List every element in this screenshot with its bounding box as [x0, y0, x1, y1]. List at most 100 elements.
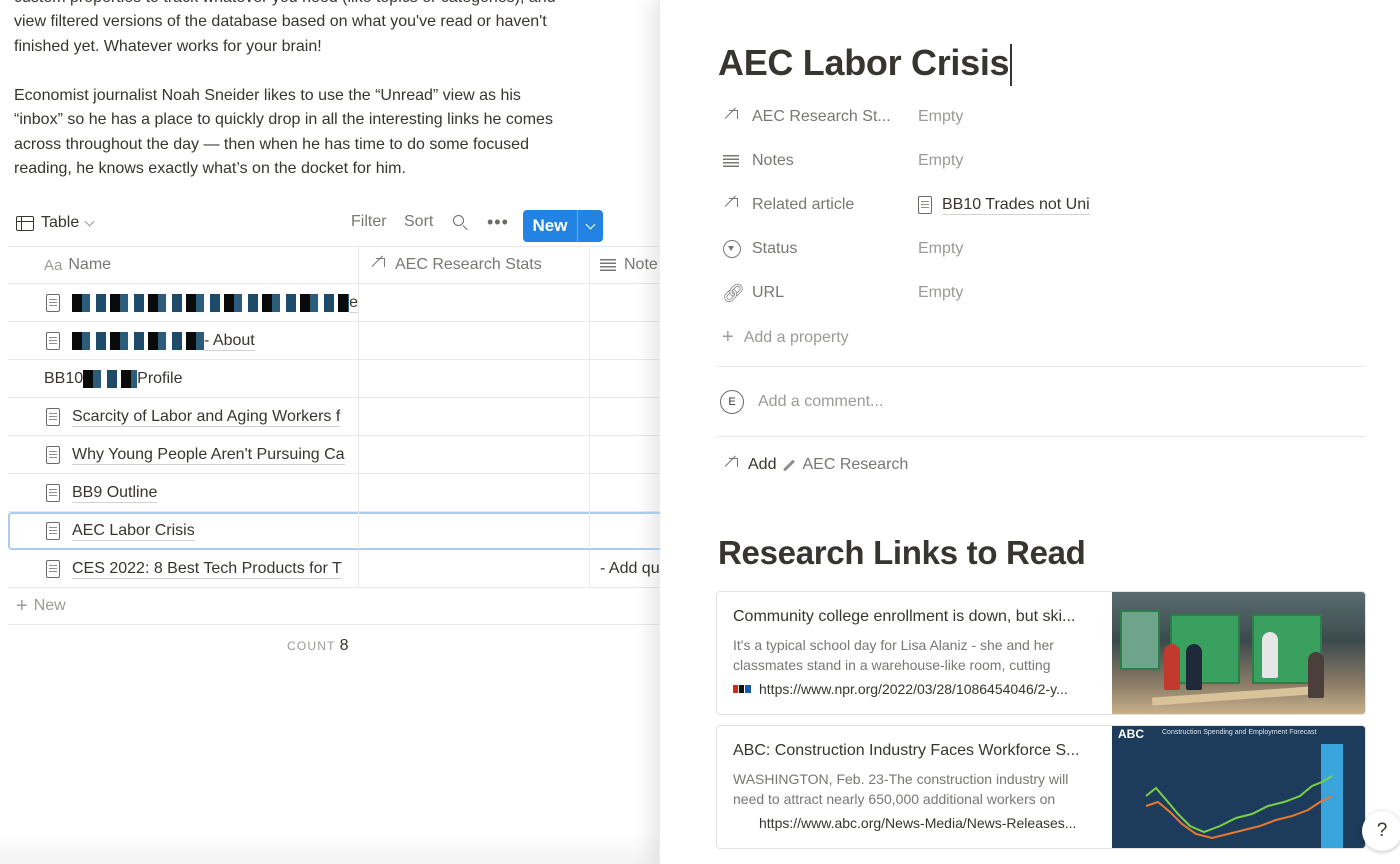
bookmark-card[interactable]: Community college enrollment is down, bu…: [716, 591, 1366, 715]
notes-cell[interactable]: [589, 474, 660, 511]
stats-cell[interactable]: [358, 322, 589, 359]
add-relation-button[interactable]: Add AEC Research: [724, 456, 908, 474]
table-row[interactable]: Scarcity of Labor and Aging Workers f: [8, 398, 660, 436]
bookmark-thumbnail: ABC Construction Spending and Employment…: [1112, 726, 1365, 848]
bookmark-url[interactable]: https://www.abc.org/News-Media/News-Rele…: [733, 815, 1096, 831]
name-cell[interactable]: CES 2022: 8 Best Tech Products for T: [8, 550, 358, 587]
stats-cell[interactable]: [358, 360, 589, 397]
row-title[interactable]: Profile: [137, 369, 182, 388]
column-label: AEC Research Stats: [395, 256, 542, 273]
stats-cell[interactable]: [358, 512, 589, 549]
related-article-title[interactable]: BB10 Trades not Uni: [942, 196, 1090, 215]
add-row-button[interactable]: + New: [8, 588, 660, 625]
row-title[interactable]: AEC Labor Crisis: [72, 521, 195, 541]
name-cell[interactable]: AEC Labor Crisis: [8, 512, 358, 549]
name-cell[interactable]: Why Young People Aren't Pursuing Ca: [8, 436, 358, 473]
more-options-icon[interactable]: •••: [487, 212, 509, 233]
table-row[interactable]: BB10 Profile: [8, 360, 660, 398]
stats-cell[interactable]: [358, 436, 589, 473]
database-page: custom properties to track whatever you …: [0, 0, 660, 864]
row-title[interactable]: Why Young People Aren't Pursuing Ca: [72, 445, 345, 465]
property-status[interactable]: Status Empty: [722, 234, 1362, 264]
name-cell[interactable]: - About: [8, 322, 358, 359]
pencil-icon: [783, 458, 796, 472]
page-icon: [46, 483, 60, 502]
column-header-notes[interactable]: Note: [589, 247, 660, 283]
column-header-name[interactable]: Aa Name: [8, 247, 358, 283]
property-name: URL: [752, 284, 785, 301]
name-cell[interactable]: BB10 Profile: [8, 360, 358, 397]
row-count[interactable]: COUNT 8: [287, 637, 349, 655]
bookmark-title[interactable]: ABC: Construction Industry Faces Workfor…: [733, 742, 1096, 760]
comment-input[interactable]: E Add a comment...: [720, 390, 883, 414]
name-cell[interactable]: e: [8, 284, 358, 321]
notes-cell[interactable]: - Add qu: [589, 550, 660, 587]
filter-button[interactable]: Filter: [351, 213, 387, 231]
avatar: E: [720, 390, 744, 414]
property-notes[interactable]: Notes Empty: [722, 146, 1362, 176]
add-row-label: New: [33, 597, 66, 614]
link-icon: 🔗︎: [722, 283, 745, 303]
property-value[interactable]: Empty: [918, 240, 963, 258]
name-cell[interactable]: Scarcity of Labor and Aging Workers f: [8, 398, 358, 435]
chevron-down-icon[interactable]: [577, 210, 603, 242]
add-relation-prefix: Add: [748, 456, 777, 473]
row-title[interactable]: - About: [204, 331, 255, 351]
page-title[interactable]: AEC Labor Crisis: [718, 42, 1012, 87]
table-row[interactable]: - About: [8, 322, 660, 360]
sort-button[interactable]: Sort: [404, 213, 433, 231]
new-button[interactable]: New: [523, 210, 603, 242]
column-header-aec-research-stats[interactable]: AEC Research Stats: [358, 247, 589, 283]
redacted-title: [72, 331, 204, 350]
comment-placeholder[interactable]: Add a comment...: [758, 393, 883, 411]
search-icon[interactable]: [452, 214, 470, 232]
property-value[interactable]: Empty: [918, 108, 963, 126]
add-property-button[interactable]: + Add a property: [722, 326, 849, 349]
divider: [716, 366, 1366, 367]
row-title[interactable]: CES 2022: 8 Best Tech Products for T: [72, 559, 342, 579]
row-title[interactable]: e: [349, 293, 358, 313]
view-tab-table[interactable]: Table: [16, 212, 95, 234]
notes-cell[interactable]: [589, 398, 660, 435]
redacted-title: [72, 293, 350, 312]
property-value[interactable]: Empty: [918, 284, 963, 302]
row-title-prefix[interactable]: BB10: [44, 369, 83, 388]
notes-cell[interactable]: [589, 512, 660, 549]
side-peek-panel: AEC Labor Crisis AEC Research St... Empt…: [659, 0, 1400, 864]
notes-cell[interactable]: [589, 322, 660, 359]
name-cell[interactable]: BB9 Outline: [8, 474, 358, 511]
table-row[interactable]: CES 2022: 8 Best Tech Products for T - A…: [8, 550, 660, 588]
bookmark-title[interactable]: Community college enrollment is down, bu…: [733, 608, 1096, 626]
property-name: Status: [752, 240, 798, 257]
table-row-selected[interactable]: AEC Labor Crisis: [8, 512, 660, 550]
property-aec-research-stats[interactable]: AEC Research St... Empty: [722, 102, 1362, 132]
page-title-text[interactable]: AEC Labor Crisis: [718, 42, 1010, 83]
count-value: 8: [339, 637, 349, 654]
notes-cell[interactable]: [589, 436, 660, 473]
table-row[interactable]: e: [8, 284, 660, 322]
table-row[interactable]: Why Young People Aren't Pursuing Ca: [8, 436, 660, 474]
related-article-link[interactable]: BB10 Trades not Uni: [918, 196, 1090, 215]
property-url[interactable]: 🔗︎ URL Empty: [722, 278, 1362, 308]
stats-cell[interactable]: [358, 284, 589, 321]
table-row[interactable]: BB9 Outline: [8, 474, 660, 512]
property-related-article[interactable]: Related article BB10 Trades not Uni: [722, 190, 1362, 220]
page-icon: [918, 196, 932, 214]
page-icon: [46, 445, 60, 464]
bookmark-url-text: https://www.npr.org/2022/03/28/108645404…: [759, 681, 1068, 697]
stats-cell[interactable]: [358, 398, 589, 435]
bookmark-url[interactable]: https://www.npr.org/2022/03/28/108645404…: [733, 681, 1096, 697]
help-button[interactable]: ?: [1362, 811, 1400, 851]
table-header: Aa Name AEC Research Stats Note: [8, 246, 660, 284]
notes-cell[interactable]: [589, 360, 660, 397]
column-label: Note: [624, 256, 658, 273]
row-title[interactable]: Scarcity of Labor and Aging Workers f: [72, 407, 341, 427]
property-name: Notes: [752, 152, 794, 169]
property-name: Related article: [752, 196, 855, 213]
notes-cell[interactable]: [589, 284, 660, 321]
bookmark-card[interactable]: ABC: Construction Industry Faces Workfor…: [716, 725, 1366, 849]
row-title[interactable]: BB9 Outline: [72, 483, 158, 503]
stats-cell[interactable]: [358, 550, 589, 587]
stats-cell[interactable]: [358, 474, 589, 511]
property-value[interactable]: Empty: [918, 152, 963, 170]
